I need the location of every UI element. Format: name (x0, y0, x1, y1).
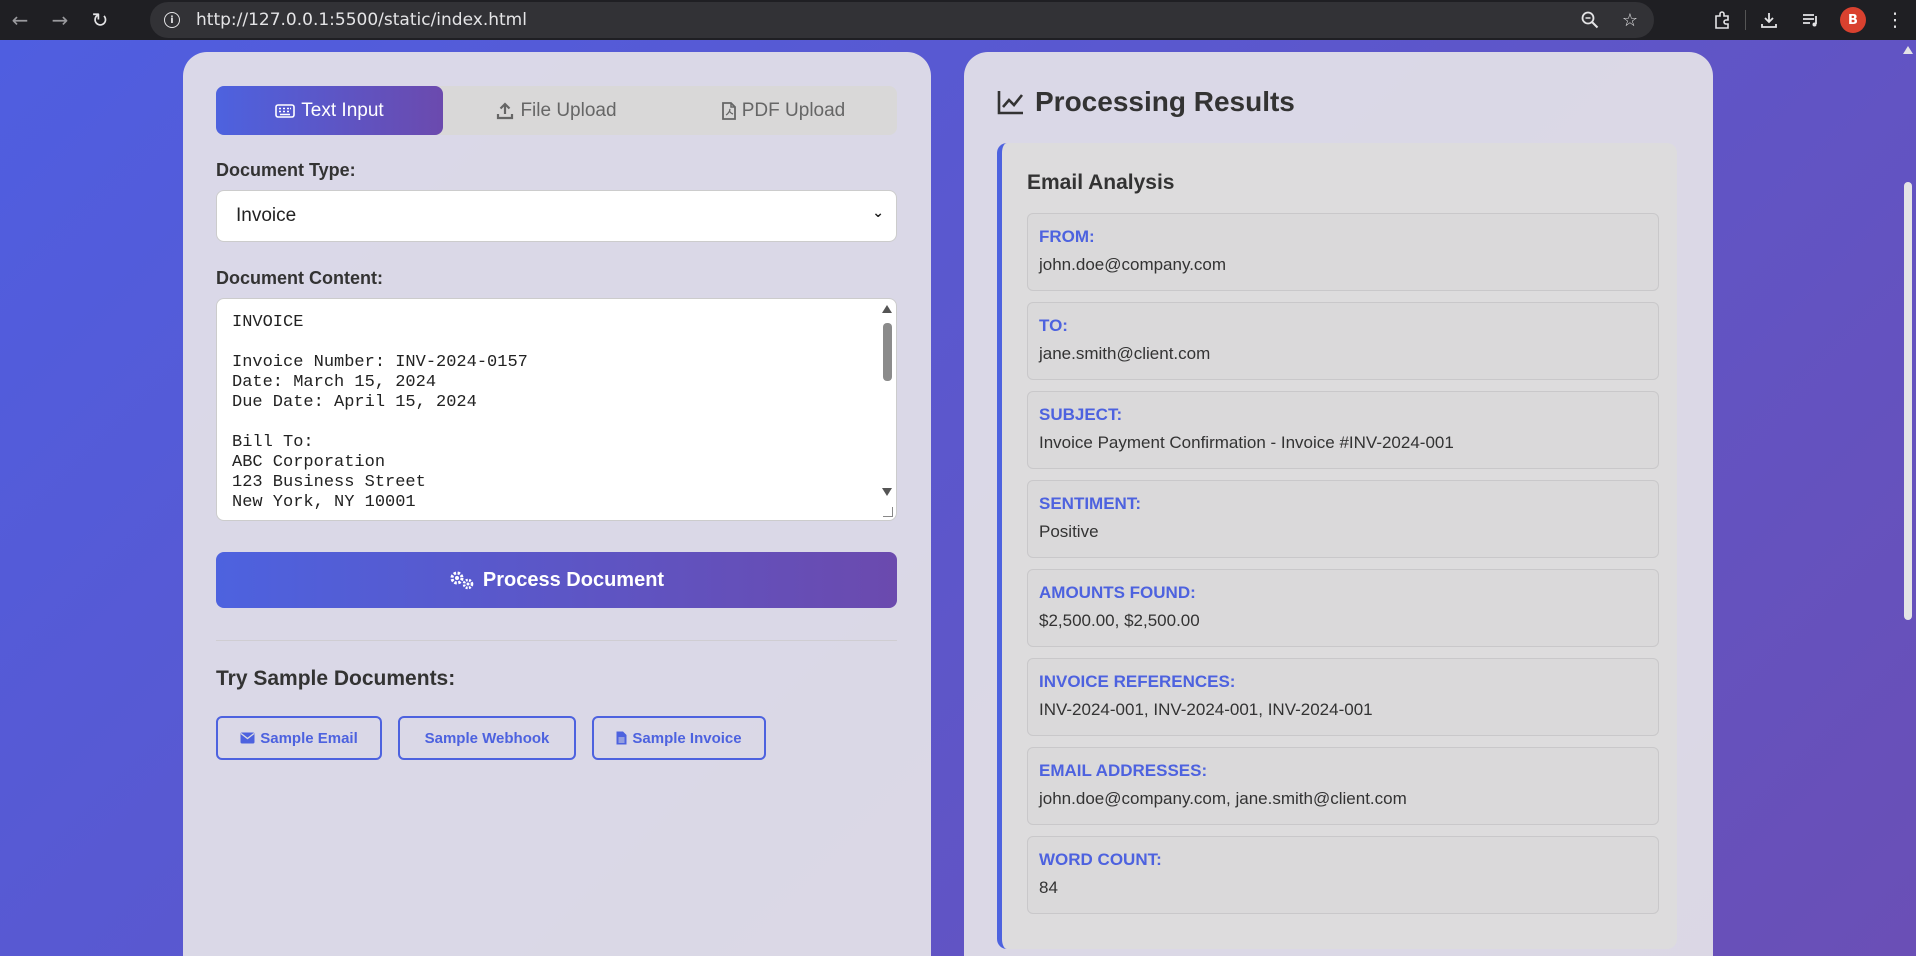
page-content: Text Input File Upload PDF Upload Docume… (0, 40, 1916, 956)
pdf-icon (721, 101, 736, 120)
url-text[interactable]: http://127.0.0.1:5500/static/index.html (196, 10, 527, 30)
result-field-amounts: Amounts Found: $2,500.00, $2,500.00 (1027, 569, 1659, 647)
envelope-icon (240, 732, 255, 744)
email-analysis-card: Email Analysis From: john.doe@company.co… (997, 143, 1677, 949)
line-chart-icon (997, 91, 1024, 115)
keyboard-icon (275, 103, 296, 118)
tab-pdf-upload[interactable]: PDF Upload (670, 86, 897, 135)
section-divider (216, 640, 897, 641)
arrow-left-icon: ← (11, 8, 29, 32)
tab-label: File Upload (520, 99, 617, 121)
tab-text-input[interactable]: Text Input (216, 86, 443, 135)
input-tabs: Text Input File Upload PDF Upload (216, 86, 897, 135)
sample-button-label: Sample Webhook (424, 729, 550, 747)
document-type-label: Document Type: (216, 160, 356, 180)
arrow-right-icon: → (51, 8, 69, 32)
zoom-icon (1581, 11, 1599, 29)
reload-button[interactable]: ↻ (80, 0, 120, 40)
result-field-from: From: john.doe@company.com (1027, 213, 1659, 291)
sample-email-button[interactable]: Sample Email (216, 716, 382, 760)
process-button-label: Process Document (482, 568, 665, 591)
bookmark-button[interactable]: ☆ (1616, 6, 1644, 34)
info-icon: i (164, 12, 180, 28)
browser-toolbar: ← → ↻ i http://127.0.0.1:5500/static/ind… (0, 0, 1916, 40)
result-fields: From: john.doe@company.com To: jane.smit… (1027, 213, 1659, 925)
upload-icon (497, 101, 514, 119)
samples-title: Try Sample Documents: (216, 667, 456, 690)
page-scrollbar[interactable] (1900, 40, 1916, 956)
kebab-menu-icon: ⋮ (1885, 9, 1905, 31)
gears-icon (450, 571, 474, 590)
field-label: Word Count: (1039, 850, 1162, 869)
scroll-thumb[interactable] (883, 323, 892, 381)
site-info-button[interactable]: i (154, 2, 190, 38)
field-value: 84 (1039, 878, 1058, 897)
field-label: Invoice References: (1039, 672, 1236, 691)
field-label: To: (1039, 316, 1068, 335)
field-value: $2,500.00, $2,500.00 (1039, 611, 1200, 630)
download-icon (1761, 13, 1777, 28)
field-label: Amounts Found: (1039, 583, 1196, 602)
document-type-value: Invoice (236, 205, 297, 226)
field-value: INV-2024-001, INV-2024-001, INV-2024-001 (1039, 700, 1373, 719)
field-value: jane.smith@client.com (1039, 344, 1211, 363)
forward-button[interactable]: → (40, 0, 80, 40)
sample-button-label: Sample Email (260, 729, 358, 747)
playlist-icon (1803, 14, 1817, 27)
results-heading: Processing Results (997, 86, 1295, 118)
result-field-sentiment: Sentiment: Positive (1027, 480, 1659, 558)
sample-webhook-button[interactable]: Sample Webhook (398, 716, 576, 760)
analysis-title: Email Analysis (1027, 171, 1175, 194)
tab-label: Text Input (301, 99, 384, 121)
tab-label: PDF Upload (741, 99, 846, 121)
result-field-invoice-references: Invoice References: INV-2024-001, INV-20… (1027, 658, 1659, 736)
result-field-email-addresses: Email Addresses: john.doe@company.com, j… (1027, 747, 1659, 825)
extensions-button[interactable] (1701, 0, 1743, 40)
file-icon (616, 731, 627, 745)
input-panel: Text Input File Upload PDF Upload Docume… (183, 52, 931, 956)
downloads-button[interactable] (1748, 0, 1790, 40)
field-value: john.doe@company.com, jane.smith@client.… (1039, 789, 1407, 808)
scroll-thumb[interactable] (1904, 182, 1912, 620)
result-field-subject: Subject: Invoice Payment Confirmation - … (1027, 391, 1659, 469)
menu-button[interactable]: ⋮ (1874, 0, 1916, 40)
result-field-to: To: jane.smith@client.com (1027, 302, 1659, 380)
field-label: From: (1039, 227, 1095, 246)
sample-invoice-button[interactable]: Sample Invoice (592, 716, 766, 760)
document-content-text: INVOICE Invoice Number: INV-2024-0157 Da… (232, 313, 528, 512)
sample-buttons: Sample Email Sample Webhook Sample Invoi… (216, 716, 766, 760)
profile-button[interactable]: B (1832, 0, 1874, 40)
media-button[interactable] (1790, 0, 1832, 40)
process-document-button[interactable]: Process Document (216, 552, 897, 608)
scroll-down-arrow[interactable] (882, 488, 892, 496)
resize-handle[interactable] (883, 507, 893, 517)
document-content-label: Document Content: (216, 268, 383, 288)
textarea-scrollbar[interactable] (880, 301, 894, 496)
field-value: john.doe@company.com (1039, 255, 1227, 274)
document-type-select[interactable]: Invoice ⌄ (216, 190, 897, 242)
puzzle-icon (1715, 11, 1729, 29)
result-field-word-count: Word Count: 84 (1027, 836, 1659, 914)
sample-button-label: Sample Invoice (632, 729, 742, 747)
tab-file-upload[interactable]: File Upload (443, 86, 670, 135)
field-value: Positive (1039, 522, 1099, 541)
back-button[interactable]: ← (0, 0, 40, 40)
field-label: Subject: (1039, 405, 1123, 424)
scroll-up-arrow[interactable] (1903, 46, 1913, 54)
address-bar[interactable]: i http://127.0.0.1:5500/static/index.htm… (150, 2, 1654, 38)
document-content-textarea[interactable]: INVOICE Invoice Number: INV-2024-0157 Da… (216, 298, 897, 521)
avatar: B (1840, 7, 1866, 33)
field-value: Invoice Payment Confirmation - Invoice #… (1039, 433, 1454, 452)
star-icon: ☆ (1621, 9, 1639, 31)
field-label: Email Addresses: (1039, 761, 1208, 780)
reload-icon: ↻ (91, 8, 109, 32)
toolbar-divider (1745, 10, 1746, 30)
chevron-down-icon: ⌄ (872, 205, 884, 221)
results-panel: Processing Results Email Analysis From: … (964, 52, 1713, 956)
page-title: Processing Results (1035, 86, 1295, 117)
zoom-button[interactable] (1576, 6, 1604, 34)
scroll-up-arrow[interactable] (882, 305, 892, 313)
field-label: Sentiment: (1039, 494, 1141, 513)
